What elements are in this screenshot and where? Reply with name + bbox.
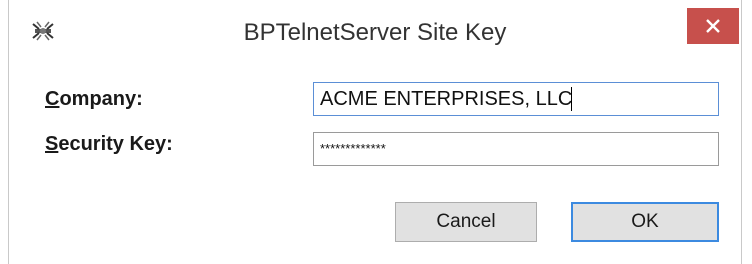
company-accelerator: C xyxy=(45,88,60,110)
security-key-accelerator: S xyxy=(45,133,59,155)
cancel-button[interactable]: Cancel xyxy=(395,202,537,242)
company-input[interactable] xyxy=(313,82,719,116)
company-label: Company: xyxy=(45,88,143,111)
site-key-dialog: BPTelnetServer Site Key Company: Securit… xyxy=(8,0,742,264)
close-icon xyxy=(706,19,720,33)
dialog-body: Company: Security Key: ************* Can… xyxy=(9,58,741,264)
window-title: BPTelnetServer Site Key xyxy=(243,19,507,46)
security-key-label: Security Key: xyxy=(45,133,173,156)
company-label-text: ompany: xyxy=(59,88,143,110)
security-key-label-text: ecurity Key: xyxy=(58,133,173,155)
text-caret xyxy=(571,87,572,111)
close-button[interactable] xyxy=(687,8,739,44)
security-key-input[interactable]: ************* xyxy=(313,132,719,166)
title-bar[interactable]: BPTelnetServer Site Key xyxy=(9,0,741,58)
ok-button[interactable]: OK xyxy=(571,202,719,242)
